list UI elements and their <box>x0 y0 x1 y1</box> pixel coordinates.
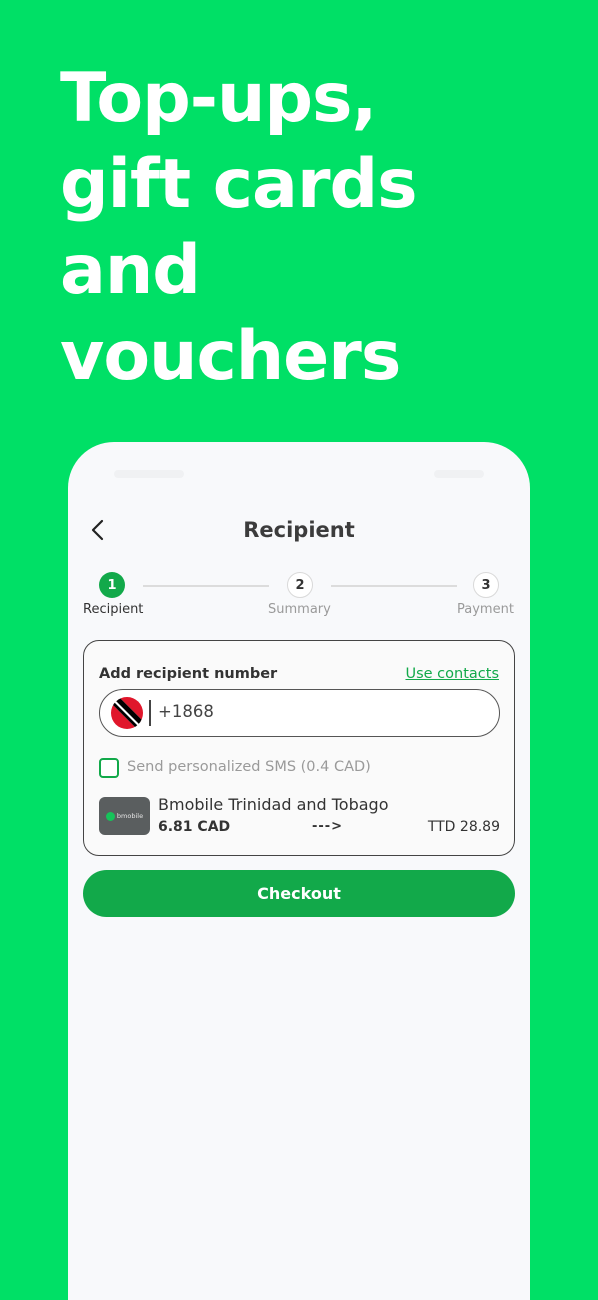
status-bar-left <box>114 470 184 478</box>
step-1-circle[interactable]: 1 <box>99 572 125 598</box>
nav-bar: Recipient <box>68 514 530 550</box>
conversion-arrow: ---> <box>312 819 344 834</box>
step-connector-1 <box>143 585 269 587</box>
operator-name: Bmobile Trinidad and Tobago <box>158 795 389 814</box>
sms-label: Send personalized SMS (0.4 CAD) <box>127 759 371 775</box>
step-connector-2 <box>331 585 457 587</box>
use-contacts-link[interactable]: Use contacts <box>405 666 499 682</box>
phone-number-field[interactable] <box>99 689 500 737</box>
step-2-label: Summary <box>268 602 331 617</box>
input-divider <box>149 700 151 726</box>
headline-line-3: and <box>60 231 201 310</box>
page-title: Recipient <box>243 518 355 542</box>
phone-mockup: Recipient 1 Recipient 2 Summary 3 Paymen… <box>68 442 530 1300</box>
status-bar-right <box>434 470 484 478</box>
step-3-label: Payment <box>457 602 514 617</box>
headline-line-4: vouchers <box>60 317 401 396</box>
phone-number-input[interactable] <box>158 702 458 721</box>
card-title: Add recipient number <box>99 666 278 682</box>
trinidad-flag-icon[interactable] <box>111 697 143 729</box>
step-2-circle[interactable]: 2 <box>287 572 313 598</box>
status-bar <box>68 464 530 484</box>
stepper: 1 Recipient 2 Summary 3 Payment <box>68 572 530 622</box>
operator-logo: bmobile <box>99 797 150 835</box>
headline: Top-ups, gift cards and vouchers <box>60 56 580 400</box>
operator-logo-dot <box>105 811 115 821</box>
send-amount: 6.81 CAD <box>158 819 231 835</box>
step-3-circle[interactable]: 3 <box>473 572 499 598</box>
headline-line-2: gift cards <box>60 145 418 224</box>
checkout-button[interactable]: Checkout <box>83 870 515 917</box>
headline-line-1: Top-ups, <box>60 59 377 138</box>
operator-logo-text: bmobile <box>116 812 144 820</box>
sms-checkbox[interactable] <box>99 758 119 778</box>
operator-row[interactable]: bmobile Bmobile Trinidad and Tobago 6.81… <box>99 795 500 837</box>
step-1-label: Recipient <box>83 602 144 617</box>
sms-option[interactable]: Send personalized SMS (0.4 CAD) <box>99 758 479 780</box>
receive-amount: TTD 28.89 <box>427 819 500 835</box>
recipient-card: Add recipient number Use contacts Send p… <box>83 640 515 856</box>
